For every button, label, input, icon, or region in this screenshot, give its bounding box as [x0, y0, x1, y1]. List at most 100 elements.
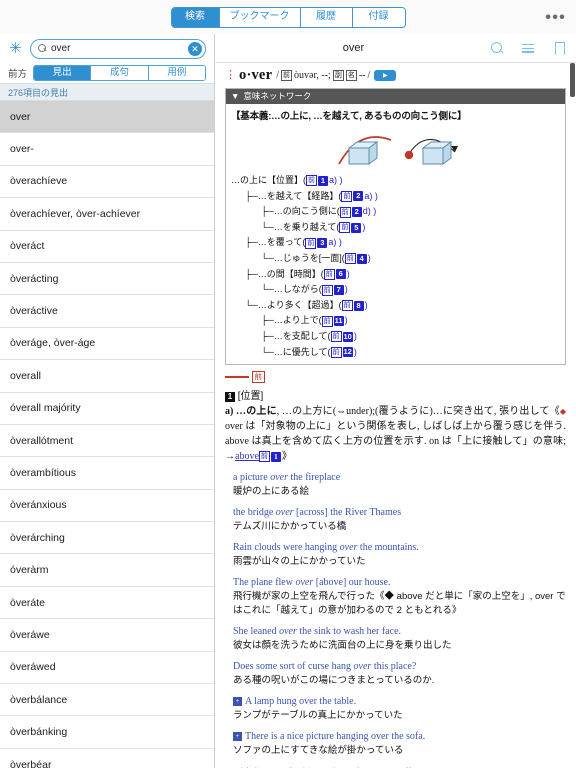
tree-row[interactable]: └─ …しながら( 前 7 )	[231, 282, 560, 298]
clear-search-icon[interactable]: ✕	[188, 41, 202, 56]
content-scrollbar[interactable]	[570, 63, 575, 768]
tree-row[interactable]: ├─ …より上で( 前 11 )	[231, 313, 560, 329]
list-item[interactable]: òveránxious	[0, 489, 214, 523]
play-audio-icon[interactable]	[374, 70, 397, 81]
match-mode-label[interactable]: 前方	[8, 66, 27, 80]
tree-label: …を覆って(	[257, 237, 306, 248]
list-item[interactable]: òverbálance	[0, 684, 214, 717]
asterisk-icon[interactable]: ✳	[8, 41, 23, 56]
list-item[interactable]: òveráctive	[0, 295, 214, 328]
tree-suffix: )	[353, 346, 357, 357]
list-item[interactable]: òverachíever, òver-achíever	[0, 198, 214, 231]
list-icon[interactable]	[521, 41, 535, 55]
list-item[interactable]: òverambítious	[0, 457, 214, 490]
sense-number: 2	[351, 207, 362, 218]
search-input[interactable]: over ✕	[30, 38, 206, 59]
list-item[interactable]: òverbéar	[0, 748, 214, 768]
list-item[interactable]: òveráte	[0, 586, 214, 620]
example-english[interactable]: The plane flew over [above] our house.	[225, 576, 566, 590]
tree-row[interactable]: ├─ …の向こう側に( 前 2 d) )	[231, 204, 560, 220]
list-item[interactable]: òverárching	[0, 522, 214, 555]
sense-number: 6	[335, 269, 346, 280]
concept-diagram-svg	[338, 136, 458, 166]
example-english[interactable]: a picture over the fireplace	[225, 471, 566, 485]
list-item[interactable]: óveràrm	[0, 554, 214, 587]
example-text: Does some sort of curse hang	[233, 661, 354, 673]
tree-row[interactable]: ├─ …を覆って( 前 3 a) )	[231, 235, 560, 251]
tree-row[interactable]: …の上に【位置】( 前 1 a) )	[231, 173, 560, 189]
pos-tag: 前	[341, 300, 353, 312]
bookmark-icon[interactable]	[552, 41, 566, 55]
search-icon[interactable]	[490, 41, 504, 55]
example-block: a picture over the fireplace 暖炉の上にある絵	[225, 471, 566, 499]
list-item[interactable]: overall	[0, 360, 214, 393]
example-english[interactable]: Does some sort of curse hang over this p…	[225, 660, 566, 674]
list-item[interactable]: òveráct	[0, 230, 214, 263]
more-options-icon[interactable]: •••	[545, 9, 566, 26]
sense-letter: a)	[225, 406, 234, 418]
slash-open: /	[276, 70, 279, 81]
list-item[interactable]: óverall majórity	[0, 392, 214, 425]
tree-row[interactable]: ├─ …を越えて【経路】( 前 2 a) )	[231, 189, 560, 205]
tree-branch: └─	[261, 253, 274, 264]
tree-branch: ├─	[261, 315, 274, 326]
example-text: the mountains.	[357, 542, 419, 554]
list-item[interactable]: òveráwe	[0, 619, 214, 652]
example-japanese: 彼女は顔を洗うために洗面台の上に身を乗り出した	[233, 640, 452, 652]
list-item[interactable]: over-	[0, 133, 214, 166]
expand-icon[interactable]: +	[233, 732, 242, 742]
example-english[interactable]: + A lamp hung over the table.	[225, 695, 566, 709]
sense-number: 12	[342, 347, 353, 358]
scrollbar-thumb[interactable]	[570, 63, 575, 97]
example-text: There is a nice picture hanging over the…	[245, 731, 426, 743]
pos-tag: 前	[258, 451, 270, 463]
semantic-network-body: 【基本義:…の上に, …を越えて, あるものの向こう側に】 …の上に【位置】(…	[226, 104, 565, 365]
semantic-network-header[interactable]: ▼ 意味ネットワーク	[226, 89, 565, 105]
example-block: The plane flew over [above] our house. 飛…	[225, 576, 566, 618]
tab-appendix[interactable]: 付録	[352, 7, 405, 27]
tree-suffix: a) )	[328, 237, 342, 248]
example-english[interactable]: She leaned over the sink to wash her fac…	[225, 625, 566, 639]
list-item[interactable]: over	[0, 101, 214, 134]
filter-tab-phrase[interactable]: 成句	[91, 66, 149, 80]
filter-tab-group: 見出 成句 用例	[33, 65, 206, 81]
example-text: The plane flew	[233, 577, 296, 589]
tree-row[interactable]: └─ …に優先して( 前 12 )	[231, 345, 560, 361]
tree-row[interactable]: └─ …より多く【超過】( 前 8 )	[231, 298, 560, 314]
sense-number: 11	[333, 316, 344, 327]
example-japanese: ソファの上にすてきな絵が掛かっている	[233, 745, 404, 757]
list-item[interactable]: òveráwed	[0, 651, 214, 685]
example-english[interactable]: Rain clouds were hanging over the mounta…	[225, 541, 566, 555]
tab-bookmark[interactable]: ブックマーク	[219, 7, 301, 27]
filter-tab-example[interactable]: 用例	[148, 66, 205, 80]
list-item[interactable]: òverallótment	[0, 424, 214, 458]
tree-label: …しながら(	[273, 284, 322, 295]
expand-icon[interactable]: +	[233, 697, 242, 707]
example-english[interactable]: + There is a nice picture hanging over th…	[225, 730, 566, 744]
tree-suffix: )	[367, 253, 371, 264]
list-item[interactable]: òveráge, òver-áge	[0, 327, 214, 361]
word-list[interactable]: over over- òverachíeve òverachíever, òve…	[0, 101, 214, 768]
tree-row[interactable]: ├─ …の間【時間】( 前 6 )	[231, 267, 560, 283]
list-item[interactable]: òverácting	[0, 262, 214, 296]
list-item[interactable]: òverbánking	[0, 716, 214, 749]
pos-tag: 前	[321, 284, 333, 296]
definition-text: , …の上方に(⇔under);(覆うように)…に突き出て, 張り出して《	[276, 406, 560, 418]
tab-search[interactable]: 検索	[171, 7, 220, 27]
sense-number: 8	[353, 300, 364, 311]
tree-row[interactable]: └─ …を乗り越えて( 前 5 )	[231, 220, 560, 236]
divider-line	[225, 376, 249, 378]
sense-number: 5	[351, 222, 362, 233]
example-block: Does some sort of curse hang over this p…	[225, 660, 566, 688]
example-english[interactable]: the bridge over [across] the River Thame…	[225, 506, 566, 520]
tree-row[interactable]: ├─ …を支配して( 前 10 )	[231, 329, 560, 345]
basic-sense-text: 【基本義:…の上に, …を越えて, あるものの向こう側に】	[231, 111, 467, 123]
example-text: the sink to wash her face.	[296, 626, 402, 638]
list-item[interactable]: òverachíeve	[0, 165, 214, 199]
filter-tab-headword[interactable]: 見出	[34, 66, 92, 80]
example-block: the bridge over [across] the River Thame…	[225, 506, 566, 534]
tab-history[interactable]: 履歴	[300, 7, 353, 27]
dictionary-app: 検索 ブックマーク 履歴 付録 ••• ✳ over ✕ 前方 見出 成句 用例…	[0, 0, 576, 768]
tree-row[interactable]: └─ …じゅうを[一面]( 前 4 )	[231, 251, 560, 267]
cross-reference-link[interactable]: above	[235, 451, 259, 462]
